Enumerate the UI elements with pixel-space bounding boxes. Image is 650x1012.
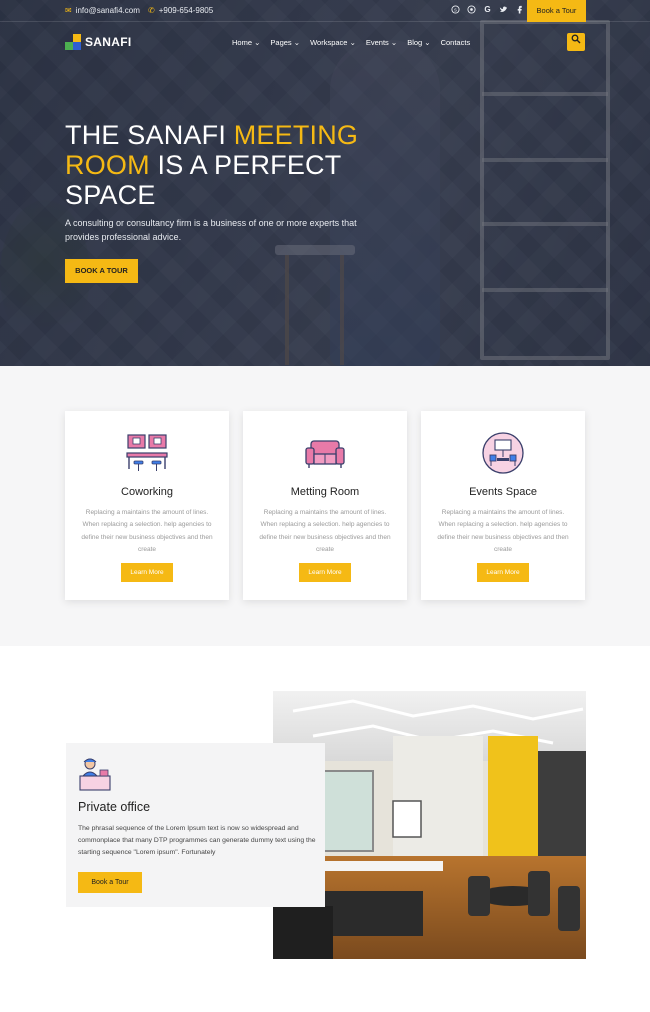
service-card-title: Coworking xyxy=(121,486,173,498)
search-icon xyxy=(571,34,581,44)
hero-section: ✉ info@sanafi4.com ✆ +909-654-9805 s G B… xyxy=(0,0,650,366)
hero-book-tour-button[interactable]: BOOK A TOUR xyxy=(65,259,138,283)
twitter-icon[interactable] xyxy=(498,5,508,15)
topbar-phone-text: +909-654-9805 xyxy=(158,6,214,15)
service-card-description: Replacing a maintains the amount of line… xyxy=(81,509,213,553)
chevron-down-icon: ⌄ xyxy=(424,38,431,47)
chevron-down-icon: ⌄ xyxy=(390,38,398,47)
private-office-book-tour-button[interactable]: Book a Tour xyxy=(78,872,142,893)
service-card-title: Events Space xyxy=(469,486,537,498)
private-office-title: Private office xyxy=(78,800,151,814)
nav-item-blog[interactable]: Blog ⌄ xyxy=(407,38,430,47)
nav-item-contacts[interactable]: Contacts xyxy=(441,38,471,47)
nav-item-pages[interactable]: Pages ⌄ xyxy=(270,38,300,47)
envelope-icon: ✉ xyxy=(65,6,72,15)
main-nav: Home ⌄ Pages ⌄ Workspace ⌄ Events ⌄ Blog… xyxy=(232,38,470,47)
chevron-down-icon: ⌄ xyxy=(293,38,301,47)
service-card-title: Metting Room xyxy=(290,486,360,498)
topbar-phone[interactable]: ✆ +909-654-9805 xyxy=(148,6,213,15)
service-card-events-space: Events Space Replacing a maintains the a… xyxy=(421,411,585,600)
nav-item-workspace[interactable]: Workspace ⌄ xyxy=(310,38,356,47)
phone-icon: ✆ xyxy=(148,6,155,15)
service-card-coworking: Coworking Replacing a maintains the amou… xyxy=(65,411,229,600)
dribbble-icon[interactable] xyxy=(466,5,476,15)
logo-icon xyxy=(65,34,81,50)
topbar-email-text: info@sanafi4.com xyxy=(75,6,140,15)
logo-text: SANAFI xyxy=(85,35,132,49)
hero-subtitle: A consulting or consultancy firm is a bu… xyxy=(65,218,357,242)
logo[interactable]: SANAFI xyxy=(65,34,131,50)
service-card-description: Replacing a maintains the amount of line… xyxy=(259,509,391,553)
facebook-icon[interactable] xyxy=(514,5,524,15)
learn-more-button[interactable]: Learn More xyxy=(121,563,173,582)
events-space-icon xyxy=(482,432,524,474)
chevron-down-icon: ⌄ xyxy=(254,38,261,47)
learn-more-button[interactable]: Learn More xyxy=(477,563,529,582)
top-bar: ✉ info@sanafi4.com ✆ +909-654-9805 s G B… xyxy=(0,0,650,22)
hero-title: THE SANAFI MEETING ROOM IS A PERFECT SPAC… xyxy=(65,120,359,210)
topbar-email[interactable]: ✉ info@sanafi4.com xyxy=(65,6,140,15)
learn-more-button[interactable]: Learn More xyxy=(299,563,351,582)
skype-icon[interactable]: s xyxy=(450,5,460,15)
reception-desk-icon xyxy=(79,758,111,791)
nav-item-events[interactable]: Events ⌄ xyxy=(366,38,397,47)
private-office-panel: Private office The phrasal sequence of t… xyxy=(66,743,325,907)
search-button[interactable] xyxy=(567,33,585,51)
sofa-icon xyxy=(305,440,345,468)
google-icon[interactable]: G xyxy=(482,5,492,15)
book-tour-top-button[interactable]: Book a Tour xyxy=(527,0,586,22)
svg-text:s: s xyxy=(454,7,457,13)
chevron-down-icon: ⌄ xyxy=(349,38,356,47)
coworking-icon xyxy=(126,434,168,471)
nav-item-home[interactable]: Home ⌄ xyxy=(232,38,260,47)
service-card-description: Replacing a maintains the amount of line… xyxy=(437,509,569,553)
service-card-meeting-room: Metting Room Replacing a maintains the a… xyxy=(243,411,407,600)
private-office-description: The phrasal sequence of the Lorem Ipsum … xyxy=(78,825,316,856)
svg-text:G: G xyxy=(484,5,490,14)
